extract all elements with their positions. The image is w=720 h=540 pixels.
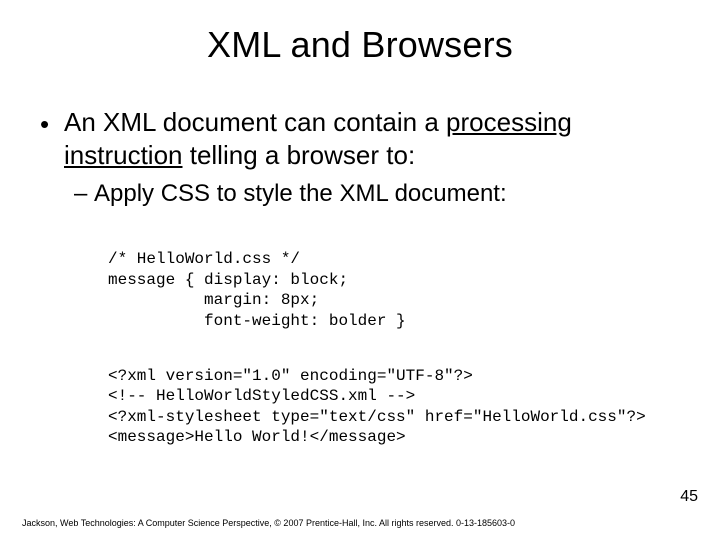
code-block: /* HelloWorld.css */ message { display: … — [108, 229, 680, 468]
code-line: margin: 8px; — [108, 291, 319, 309]
code-line: font-weight: bolder } — [108, 312, 406, 330]
slide: XML and Browsers • An XML document can c… — [0, 0, 720, 540]
bullet-text: An XML document can contain a processing… — [64, 106, 680, 171]
slide-body: • An XML document can contain a processi… — [0, 66, 720, 468]
bullet-level-2: – Apply CSS to style the XML document: — [74, 179, 680, 209]
slide-title: XML and Browsers — [0, 0, 720, 66]
code-line: <?xml version="1.0" encoding="UTF-8"?> — [108, 367, 473, 385]
code-line: <message>Hello World!</message> — [108, 428, 406, 446]
page-number: 45 — [680, 488, 698, 506]
bullet-text-pre: An XML document can contain a — [64, 107, 446, 137]
bullet-level-1: • An XML document can contain a processi… — [40, 106, 680, 171]
code-line: <?xml-stylesheet type="text/css" href="H… — [108, 408, 646, 426]
code-line: <!-- HelloWorldStyledCSS.xml --> — [108, 387, 415, 405]
bullet-dot-icon: • — [40, 106, 64, 141]
bullet-dash-icon: – — [74, 179, 94, 209]
code-line: message { display: block; — [108, 271, 348, 289]
footer-text: Jackson, Web Technologies: A Computer Sc… — [22, 518, 515, 528]
code-line: /* HelloWorld.css */ — [108, 250, 300, 268]
bullet2-text: Apply CSS to style the XML document: — [94, 179, 680, 209]
bullet-text-post: telling a browser to: — [183, 140, 416, 170]
